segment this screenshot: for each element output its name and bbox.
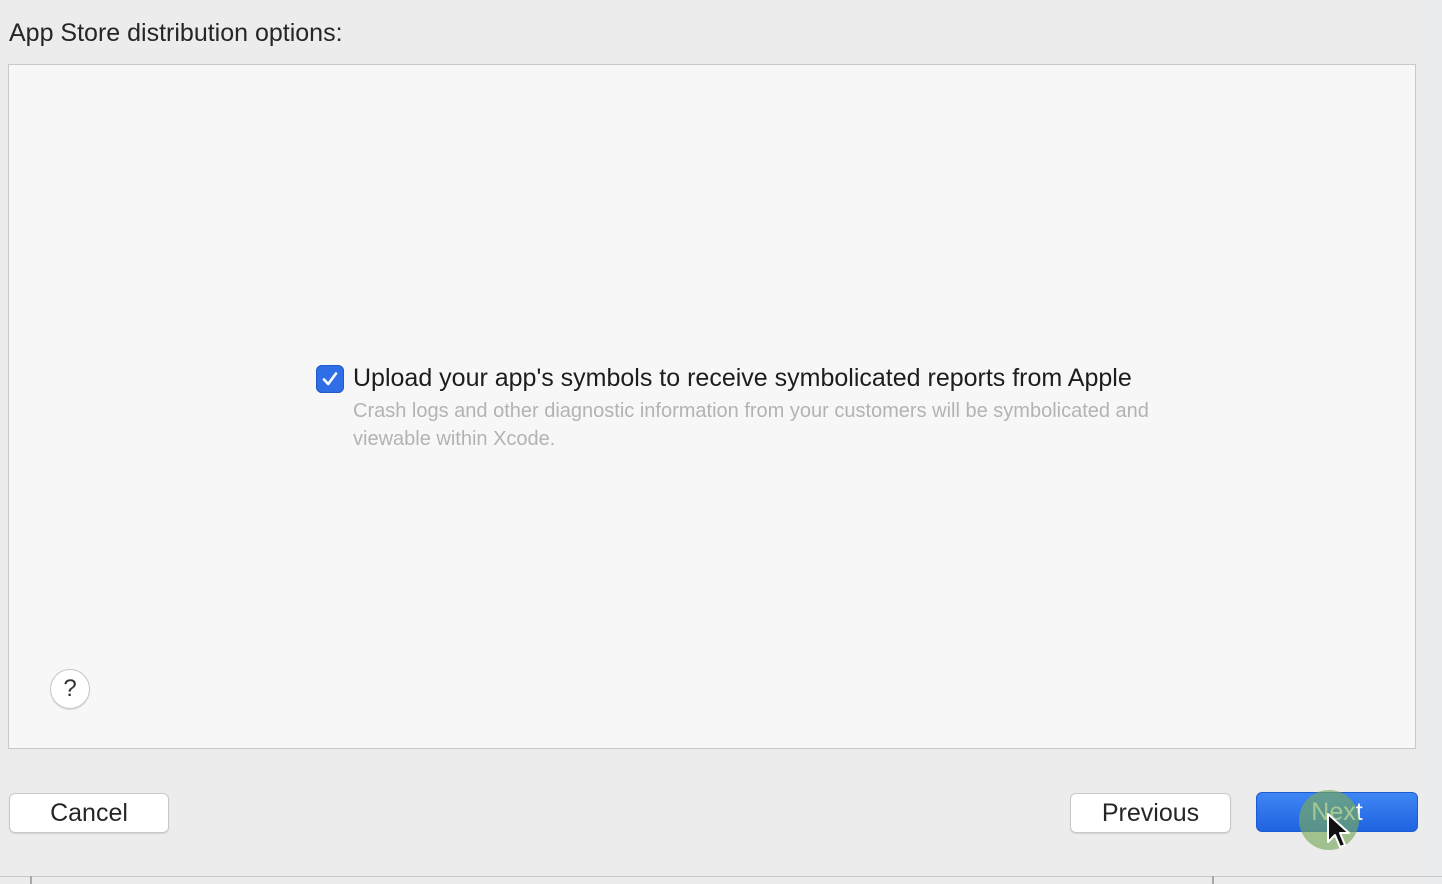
- window-edge: [1426, 0, 1442, 884]
- options-panel: Upload your app's symbols to receive sym…: [8, 64, 1416, 749]
- upload-symbols-description: Crash logs and other diagnostic informat…: [353, 400, 1149, 450]
- bottom-divider-tick: [30, 876, 32, 884]
- page-title: App Store distribution options:: [9, 19, 343, 47]
- next-button[interactable]: Next: [1256, 792, 1418, 832]
- checkmark-icon: [322, 372, 338, 386]
- help-button[interactable]: ?: [50, 669, 90, 709]
- upload-symbols-label[interactable]: Upload your app's symbols to receive sym…: [353, 363, 1132, 393]
- upload-symbols-checkbox[interactable]: [316, 365, 344, 393]
- previous-button[interactable]: Previous: [1070, 793, 1231, 833]
- bottom-divider-tick: [1212, 876, 1214, 884]
- cancel-button[interactable]: Cancel: [9, 793, 169, 833]
- bottom-divider: [0, 876, 1442, 877]
